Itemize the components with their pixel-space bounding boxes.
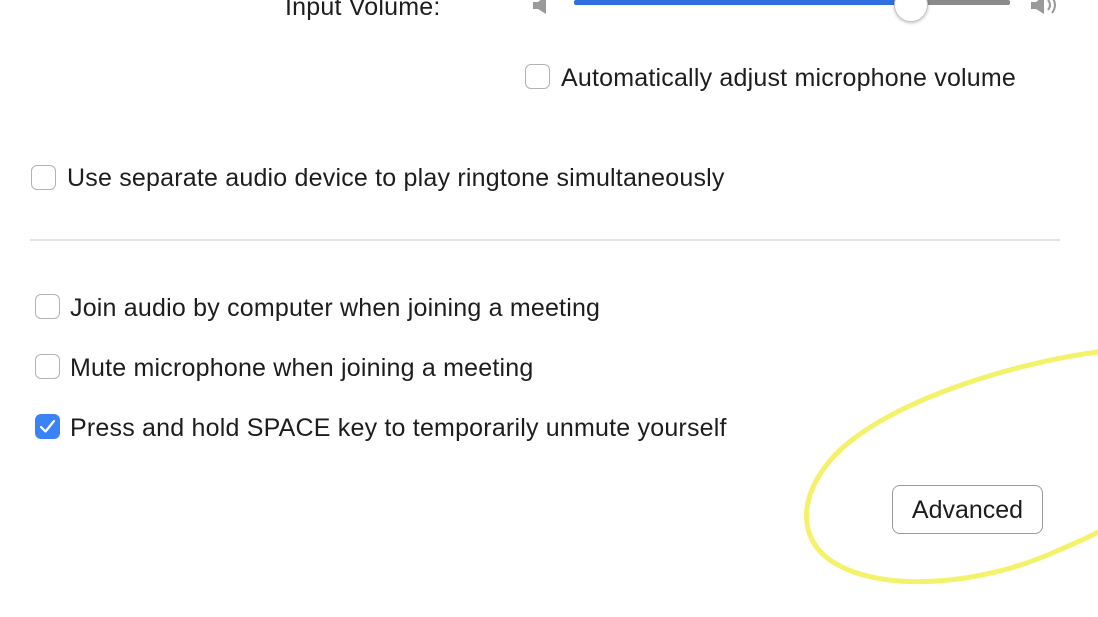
checkmark-icon bbox=[39, 419, 56, 433]
separate-ringtone-checkbox[interactable] bbox=[31, 165, 56, 190]
space-unmute-checkbox[interactable] bbox=[35, 414, 60, 439]
slider-fill bbox=[574, 0, 910, 5]
auto-adjust-checkbox[interactable] bbox=[525, 64, 550, 89]
advanced-button[interactable]: Advanced bbox=[892, 485, 1043, 534]
join-audio-label: Join audio by computer when joining a me… bbox=[70, 294, 601, 322]
input-volume-label: Input Volume: bbox=[285, 0, 441, 21]
speaker-low-icon bbox=[532, 0, 550, 21]
mute-on-join-label: Mute microphone when joining a meeting bbox=[70, 354, 534, 382]
highlight-circle-annotation bbox=[804, 349, 1098, 585]
join-audio-checkbox[interactable] bbox=[35, 294, 60, 319]
space-unmute-label: Press and hold SPACE key to temporarily … bbox=[70, 414, 727, 442]
slider-thumb[interactable] bbox=[894, 0, 928, 22]
section-divider bbox=[30, 239, 1060, 241]
auto-adjust-label: Automatically adjust microphone volume bbox=[561, 64, 1017, 92]
speaker-high-icon bbox=[1030, 0, 1062, 23]
separate-ringtone-label: Use separate audio device to play ringto… bbox=[67, 164, 725, 192]
mute-on-join-checkbox[interactable] bbox=[35, 354, 60, 379]
